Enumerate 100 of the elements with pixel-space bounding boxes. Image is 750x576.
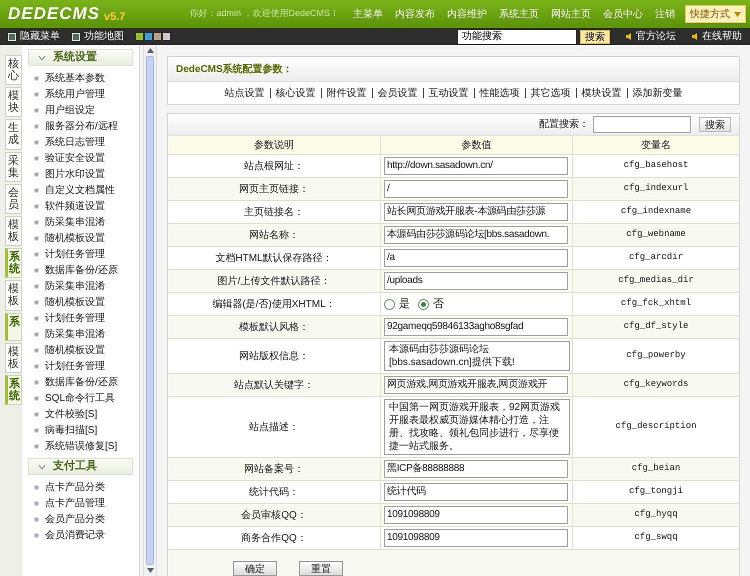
side-tab[interactable]: 模板 — [5, 216, 22, 246]
radio-option[interactable]: 是 — [384, 296, 410, 312]
menu-item[interactable]: 用户组设定 — [45, 102, 95, 118]
bullet-icon — [34, 428, 39, 432]
menu-item[interactable]: 验证安全设置 — [45, 150, 105, 166]
text-area[interactable]: 中国第一网页游戏开服表，92网页游戏开服表最权威页游媒体精心打造，注册、找攻略、领礼包同步进行，尽享便捷一站式服务。 — [384, 399, 570, 455]
logo: DEDECMS — [8, 3, 100, 26]
scroll-down-icon — [146, 568, 154, 573]
search-button[interactable]: 搜索 — [580, 30, 610, 44]
skin-swatch[interactable] — [145, 33, 152, 40]
menu-item[interactable]: 系统错误修复[S] — [45, 438, 118, 454]
menu-item[interactable]: 系统用户管理 — [45, 86, 105, 102]
menu-item[interactable]: 软件频道设置 — [45, 198, 105, 214]
config-search-button[interactable]: 搜索 — [699, 117, 731, 132]
menu-item[interactable]: 随机模板设置 — [45, 230, 105, 246]
skin-swatch[interactable] — [154, 33, 161, 40]
menu-item[interactable]: 防采集串混淆 — [45, 278, 105, 294]
menu-item[interactable]: SQL命令行工具 — [45, 390, 116, 406]
menu-item[interactable]: 防采集串混淆 — [45, 326, 105, 342]
bullet-icon — [34, 316, 39, 320]
side-tab[interactable]: 系统 — [5, 374, 22, 405]
settings-tab[interactable]: 附件设置 — [326, 86, 366, 100]
menu-item[interactable]: 点卡产品分类 — [45, 480, 105, 494]
scroll-up-icon — [146, 48, 154, 53]
menu-item[interactable]: 随机模板设置 — [45, 342, 105, 358]
side-tab[interactable]: 系统 — [5, 248, 22, 278]
side-tab[interactable]: 模板 — [5, 280, 22, 310]
menu-item[interactable]: 系统基本参数 — [45, 70, 105, 86]
text-field[interactable]: 网页游戏,网页游戏开服表,网页游戏开 — [384, 376, 568, 394]
bullet-icon — [34, 444, 39, 448]
table-cell-text: 图片/上传文件默认路径： — [216, 274, 332, 288]
form-button[interactable]: 重置 — [299, 561, 343, 576]
menu-item[interactable]: 自定义文档属性 — [45, 182, 115, 198]
side-tab[interactable]: 模板 — [5, 342, 22, 373]
menu-item[interactable]: 随机模板设置 — [45, 294, 105, 310]
text-field[interactable]: 统计代码 — [384, 483, 568, 501]
menu-item[interactable]: 点卡产品管理 — [45, 496, 105, 510]
text-field[interactable]: http://down.sasadown.cn/ — [384, 157, 568, 175]
menu-item[interactable]: 图片水印设置 — [45, 166, 105, 182]
text-field[interactable]: 92gameqq59846133agho8sgfad — [384, 318, 568, 336]
menu-group-header[interactable]: 支付工具 — [28, 458, 133, 475]
table-cell-text: 会员审核QQ： — [240, 508, 308, 522]
settings-tab[interactable]: 互动设置 — [428, 86, 468, 100]
menu-item[interactable]: 计划任务管理 — [45, 358, 105, 374]
config-search-field[interactable] — [593, 116, 691, 133]
text-area[interactable]: 本源码由莎莎源码论坛[bbs.sasadown.cn]提供下载! — [384, 341, 570, 371]
skin-swatch[interactable] — [136, 33, 143, 40]
settings-tab[interactable]: 核心设置 — [276, 86, 316, 100]
search-field[interactable]: 功能搜索 — [458, 30, 576, 44]
settings-tab[interactable]: 模块设置 — [582, 86, 622, 100]
settings-tab[interactable]: 站点设置 — [224, 86, 264, 100]
menu-item[interactable]: 数据库备份/还原 — [45, 374, 118, 390]
skin-swatch[interactable] — [163, 33, 170, 40]
toolbar-link[interactable]: 隐藏菜单 — [8, 29, 60, 44]
menu-item[interactable]: 防采集串混淆 — [45, 214, 105, 230]
bullet-icon — [34, 516, 39, 522]
chevron-icon — [39, 56, 45, 60]
radio-option[interactable]: 否 — [418, 296, 444, 312]
table-cell-text: 文档HTML默认保存路径： — [214, 252, 334, 266]
menu-item[interactable]: 会员消费记录 — [45, 528, 105, 542]
toolbar-link[interactable]: 在线帮助 — [692, 29, 742, 44]
side-tab[interactable]: 采集 — [5, 152, 22, 182]
settings-tab[interactable]: 会员设置 — [378, 86, 418, 100]
chevron-icon — [39, 464, 45, 468]
text-field[interactable]: 1091098809 — [384, 506, 568, 524]
menu-item[interactable]: 病毒扫描[S] — [45, 422, 98, 438]
scrollbar[interactable] — [143, 45, 157, 576]
settings-tab[interactable]: 其它选项 — [530, 86, 570, 100]
side-tab[interactable]: 核心 — [5, 55, 22, 86]
bullet-icon — [34, 204, 39, 208]
menu-item[interactable]: 系统日志管理 — [45, 134, 105, 150]
quick-menu-button[interactable]: 快捷方式 — [685, 5, 746, 23]
text-field[interactable]: / — [384, 180, 568, 198]
text-field[interactable]: 本源码由莎莎源码论坛[bbs.sasadown. — [384, 226, 568, 244]
bullet-icon — [34, 300, 39, 304]
text-field[interactable]: 1091098809 — [384, 529, 568, 547]
text-field[interactable]: /uploads — [384, 272, 568, 290]
text-field[interactable]: 站长网页游戏开服表-本源码由莎莎源 — [384, 203, 568, 221]
menu-item[interactable]: 服务器分布/远程 — [45, 118, 118, 134]
menu-item[interactable]: 数据库备份/还原 — [45, 262, 118, 278]
text-field[interactable]: 黑ICP备88888888 — [384, 460, 568, 478]
settings-tab[interactable]: 添加新变量 — [632, 86, 682, 100]
toolbar-link[interactable]: 功能地图 — [72, 29, 124, 44]
table-cell-text: 商务合作QQ： — [240, 532, 308, 546]
menu-item[interactable]: 文件校验[S] — [45, 406, 98, 422]
menu-item[interactable]: 计划任务管理 — [45, 246, 105, 262]
menu-item[interactable]: 会员产品分类 — [45, 512, 105, 526]
side-tab[interactable]: 模块 — [5, 87, 22, 118]
menu-group-header[interactable]: 系统设置 — [28, 49, 133, 66]
form-button[interactable]: 确定 — [233, 561, 277, 576]
bullet-icon — [34, 332, 39, 336]
side-tab[interactable]: 系 — [5, 312, 22, 340]
toolbar-link[interactable]: 官方论坛 — [626, 29, 676, 44]
table-cell-text: 网站版权信息： — [238, 350, 310, 364]
side-tab[interactable]: 生成 — [5, 119, 22, 150]
side-tab[interactable]: 会员 — [5, 184, 22, 214]
text-field[interactable]: /a — [384, 249, 568, 267]
table-cell-text: 网页主页链接： — [238, 182, 310, 196]
settings-tab[interactable]: 性能选项 — [480, 86, 520, 100]
menu-item[interactable]: 计划任务管理 — [45, 310, 105, 326]
